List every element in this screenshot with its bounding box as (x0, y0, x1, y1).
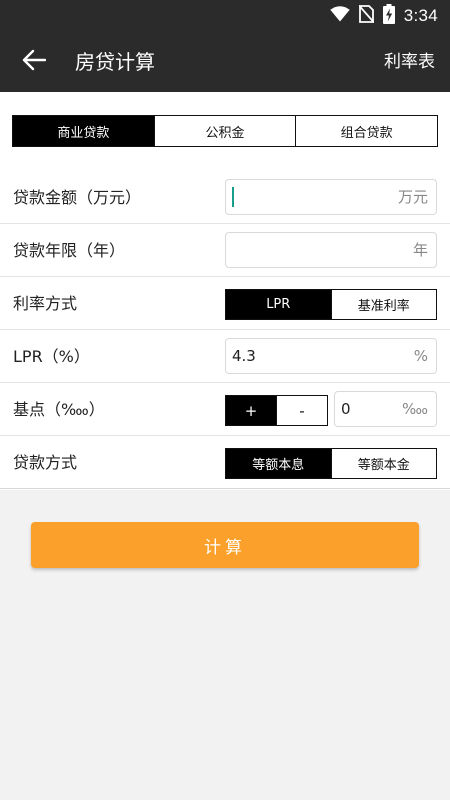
loan-amount-label: 贷款金额（万元） (13, 188, 142, 207)
basis-points-value: 0 (341, 400, 351, 418)
text-cursor (232, 187, 234, 207)
loan-type-panel: 商业贷款 公积金 组合贷款 (0, 92, 450, 171)
repayment-toggle: 等额本息 等额本金 (225, 448, 437, 479)
tab-combined-loan[interactable]: 组合贷款 (295, 116, 438, 146)
app-bar: 房贷计算 利率表 (0, 32, 450, 92)
repayment-label: 贷款方式 (13, 453, 78, 472)
plus-button[interactable]: + (226, 396, 276, 425)
rate-mode-row: 利率方式 LPR 基准利率 (0, 277, 450, 330)
basis-points-label: 基点（‱） (13, 400, 105, 419)
loan-term-label: 贷款年限（年） (13, 241, 126, 260)
rate-mode-lpr[interactable]: LPR (226, 290, 331, 319)
back-button[interactable] (18, 46, 50, 78)
basis-points-stepper: + - (225, 395, 328, 426)
repayment-row: 贷款方式 等额本息 等额本金 (0, 436, 450, 489)
lpr-row: LPR（%） 4.3 % (0, 330, 450, 383)
rate-mode-benchmark[interactable]: 基准利率 (330, 290, 436, 319)
loan-type-tabs: 商业贷款 公积金 组合贷款 (12, 115, 438, 147)
battery-charging-icon (382, 4, 395, 28)
loan-term-unit: 年 (412, 241, 428, 259)
rate-mode-toggle: LPR 基准利率 (225, 289, 437, 320)
tab-commercial-loan[interactable]: 商业贷款 (13, 116, 154, 146)
wifi-icon (330, 6, 350, 26)
page-title: 房贷计算 (75, 50, 155, 74)
lpr-value: 4.3 (232, 347, 256, 365)
basis-points-row: 基点（‱） + - 0 ‱ (0, 383, 450, 436)
rate-table-button[interactable]: 利率表 (384, 50, 435, 74)
status-icons: 3:34 (330, 4, 438, 28)
status-time: 3:34 (403, 6, 438, 25)
lpr-unit: % (413, 347, 428, 365)
lpr-input[interactable]: 4.3 % (225, 338, 437, 374)
basis-points-unit: ‱ (401, 400, 428, 418)
loan-term-row: 贷款年限（年） 年 (0, 224, 450, 277)
loan-amount-unit: 万元 (397, 188, 428, 206)
loan-term-input[interactable]: 年 (225, 232, 437, 268)
status-bar: 3:34 (0, 0, 450, 32)
tab-provident-fund[interactable]: 公积金 (153, 116, 296, 146)
calculate-button[interactable]: 计算 (31, 522, 419, 568)
repayment-equal-installment[interactable]: 等额本息 (226, 449, 331, 478)
basis-points-input[interactable]: 0 ‱ (334, 391, 437, 427)
loan-amount-input[interactable]: 万元 (225, 179, 437, 215)
minus-button[interactable]: - (276, 396, 327, 425)
arrow-left-icon (22, 49, 47, 75)
loan-amount-row: 贷款金额（万元） 万元 (0, 171, 450, 224)
lpr-label: LPR（%） (13, 347, 90, 366)
no-sim-icon (358, 4, 375, 27)
loan-form: 贷款金额（万元） 万元 贷款年限（年） 年 利率方式 LPR 基准利率 LPR（… (0, 171, 450, 490)
rate-mode-label: 利率方式 (13, 294, 78, 313)
repayment-equal-principal[interactable]: 等额本金 (330, 449, 436, 478)
